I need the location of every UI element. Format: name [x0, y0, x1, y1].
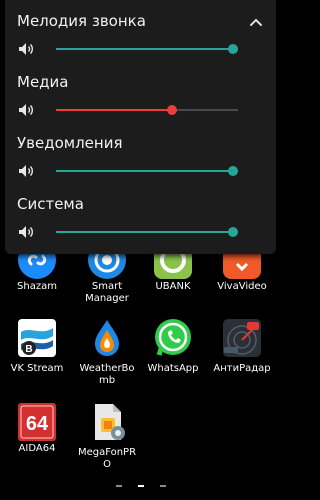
volume-stream-ringtone: Мелодия звонка: [5, 0, 276, 60]
volume-stream-media: Медиа: [5, 61, 276, 121]
slider-fill: [56, 170, 238, 172]
slider-fill: [56, 231, 238, 233]
app-label: АнтиРадар: [213, 363, 271, 374]
app-label: WeatherBomb: [79, 363, 135, 386]
aida64-icon: 64: [17, 402, 57, 442]
app-label: MegaFonPRO: [77, 447, 137, 470]
slider-thumb[interactable]: [228, 227, 238, 237]
page-dot[interactable]: [160, 485, 166, 487]
vk-stream-icon: B: [17, 318, 57, 358]
slider-thumb[interactable]: [167, 105, 177, 115]
svg-text:B: B: [25, 344, 32, 355]
volume-stream-notifications: Уведомления: [5, 122, 276, 182]
page-dot-current[interactable]: [138, 485, 144, 487]
app-label: Shazam: [17, 281, 57, 292]
stream-label: Система: [17, 195, 84, 213]
page-indicator: [0, 483, 281, 489]
volume-slider-system[interactable]: [56, 223, 238, 241]
app-label: WhatsApp: [147, 363, 199, 374]
app-label: VK Stream: [10, 363, 64, 374]
speaker-icon[interactable]: [18, 41, 34, 57]
volume-slider-ringtone[interactable]: [56, 40, 238, 58]
app-label: VivaVideo: [217, 281, 267, 292]
stream-label: Мелодия звонка: [17, 12, 146, 30]
page-dot[interactable]: [116, 485, 122, 487]
antiradar-icon: [222, 318, 262, 358]
speaker-icon[interactable]: [18, 163, 34, 179]
slider-thumb[interactable]: [228, 44, 238, 54]
megafon-pro-icon: [87, 402, 127, 442]
whatsapp-icon: [153, 318, 193, 358]
stream-label: Уведомления: [17, 134, 123, 152]
volume-stream-system: Система: [5, 183, 276, 243]
weatherbomb-icon: [87, 318, 127, 358]
slider-thumb[interactable]: [228, 166, 238, 176]
speaker-icon[interactable]: [18, 224, 34, 240]
stream-label: Медиа: [17, 73, 69, 91]
slider-fill: [56, 48, 238, 50]
app-label: AIDA64: [18, 443, 56, 454]
speaker-icon[interactable]: [18, 102, 34, 118]
slider-fill: [56, 109, 172, 111]
volume-panel: Мелодия звонка Медиа Уведомления Система: [5, 0, 276, 254]
app-label: UBANK: [155, 281, 191, 292]
svg-text:64: 64: [26, 413, 49, 435]
volume-slider-media[interactable]: [56, 101, 238, 119]
screen: Shazam Smart Manager UBANK VivaVideo B V…: [0, 0, 281, 500]
volume-slider-notifications[interactable]: [56, 162, 238, 180]
app-label: Smart Manager: [85, 281, 129, 304]
